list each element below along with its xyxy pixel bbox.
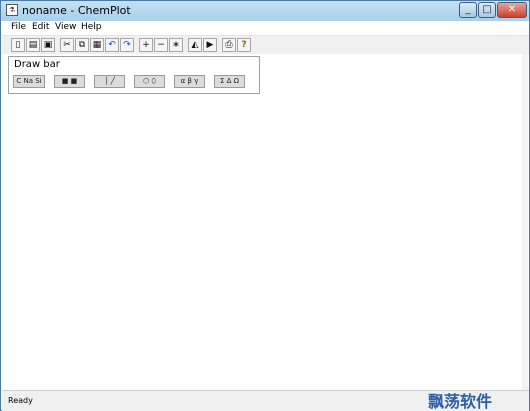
paste-button[interactable]: ▦ (90, 38, 104, 52)
add-button[interactable]: + (139, 38, 153, 52)
drawing-canvas[interactable] (2, 54, 529, 390)
close-button[interactable]: ✕ (497, 2, 527, 18)
maximize-button[interactable]: □ (478, 2, 496, 18)
plus-icon: + (142, 40, 150, 50)
cut-button[interactable]: ✂ (60, 38, 74, 52)
shapes-button[interactable]: ■ ■ (54, 75, 85, 88)
greek-lowercase-button[interactable]: α β γ (174, 75, 205, 88)
watermark-logo: 飘荡软件 (428, 392, 522, 410)
new-button[interactable]: ▯ (11, 38, 25, 52)
arrow-button[interactable]: ▶ (203, 38, 217, 52)
status-text: Ready (8, 396, 33, 405)
open-folder-icon: ▤ (28, 40, 38, 50)
rings-button[interactable]: ⬡ ⬯ (134, 75, 165, 88)
minus-icon: − (157, 40, 165, 50)
remove-button[interactable]: − (154, 38, 168, 52)
draw-bar-panel: Draw bar C Na Si ■ ■ │ ╱ ⬡ ⬯ α β γ Σ Δ Ω (8, 56, 260, 94)
status-bar: Ready 飘荡软件 (2, 390, 529, 411)
app-icon[interactable]: ⚗ (6, 4, 18, 16)
undo-button[interactable]: ↶ (105, 38, 119, 52)
open-button[interactable]: ▤ (26, 38, 40, 52)
minimize-button[interactable]: _ (459, 2, 477, 18)
redo-button[interactable]: ↷ (120, 38, 134, 52)
play-arrow-icon: ▶ (206, 40, 214, 50)
menu-file[interactable]: File (11, 22, 26, 32)
menu-help[interactable]: Help (81, 22, 102, 32)
redo-arrow-icon: ↷ (123, 40, 131, 50)
paste-icon: ▦ (92, 40, 102, 50)
new-document-icon: ▯ (15, 40, 21, 50)
scissors-icon: ✂ (63, 40, 71, 50)
asterisk-icon: ∗ (172, 40, 180, 50)
watermark-text: 飘荡软件 (428, 392, 492, 410)
menu-view[interactable]: View (55, 22, 76, 32)
greek-uppercase-button[interactable]: Σ Δ Ω (214, 75, 245, 88)
app-window: ⚗ noname - ChemPlot _ □ ✕ File Edit View… (0, 0, 530, 411)
question-mark-icon: ? (241, 40, 247, 50)
flip-button[interactable]: ◭ (188, 38, 202, 52)
bonds-button[interactable]: │ ╱ (94, 75, 125, 88)
draw-bar-title: Draw bar (14, 59, 60, 70)
maximize-icon: □ (482, 4, 492, 15)
radical-button[interactable]: ∗ (169, 38, 183, 52)
save-button[interactable]: ▣ (41, 38, 55, 52)
print-button[interactable]: ⎙ (222, 38, 236, 52)
toolbar: ▯ ▤ ▣ ✂ ⧉ ▦ ↶ ↷ + − ∗ ◭ ▶ ⎙ ? (2, 35, 529, 55)
menu-bar: File Edit View Help (2, 21, 529, 35)
help-button[interactable]: ? (237, 38, 251, 52)
menu-edit[interactable]: Edit (32, 22, 49, 32)
copy-button[interactable]: ⧉ (75, 38, 89, 52)
elements-button[interactable]: C Na Si (13, 75, 45, 88)
floppy-disk-icon: ▣ (43, 40, 53, 50)
vertical-scrollbar[interactable] (522, 54, 528, 390)
copy-icon: ⧉ (78, 40, 86, 50)
close-icon: ✕ (507, 4, 517, 15)
title-bar[interactable]: ⚗ noname - ChemPlot _ □ ✕ (1, 1, 529, 21)
minimize-icon: _ (465, 4, 471, 15)
window-title: noname - ChemPlot (22, 4, 131, 17)
undo-arrow-icon: ↶ (108, 40, 116, 50)
flip-icon: ◭ (191, 40, 199, 50)
printer-icon: ⎙ (225, 40, 233, 50)
